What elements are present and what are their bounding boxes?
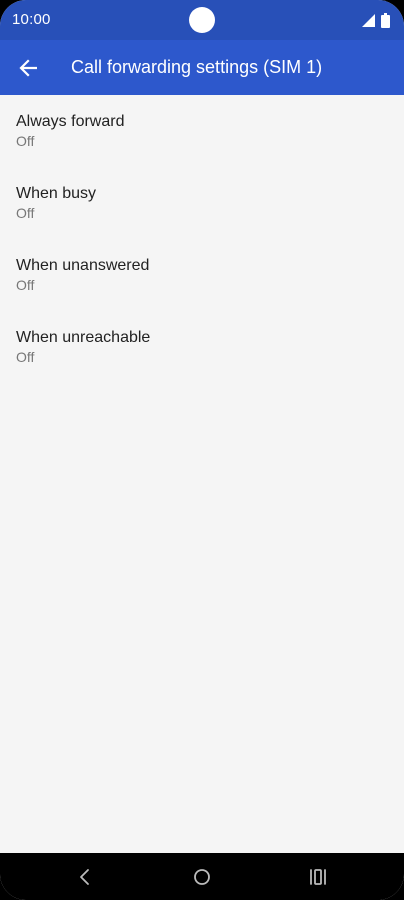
battery-icon xyxy=(381,12,390,28)
setting-value: Off xyxy=(16,205,35,221)
setting-value: Off xyxy=(16,349,35,365)
cellular-signal-icon xyxy=(362,13,375,27)
status-bar: 10:00 xyxy=(0,0,404,40)
nav-recents-button[interactable] xyxy=(303,863,333,891)
front-camera xyxy=(189,7,215,33)
back-button[interactable] xyxy=(10,50,46,86)
navigation-bar xyxy=(0,853,404,900)
nav-home-icon xyxy=(194,869,210,885)
setting-title: When unanswered xyxy=(16,257,150,274)
setting-when-unanswered[interactable]: When unanswered Off xyxy=(0,239,404,311)
setting-value: Off xyxy=(16,133,35,149)
setting-title: Always forward xyxy=(16,113,125,130)
setting-title: When unreachable xyxy=(16,329,151,346)
nav-back-button[interactable] xyxy=(70,863,100,891)
page-title: Call forwarding settings (SIM 1) xyxy=(71,57,323,77)
nav-recents-icon xyxy=(310,869,326,885)
nav-home-button[interactable] xyxy=(187,863,217,891)
status-icons xyxy=(362,12,390,28)
setting-when-busy[interactable]: When busy Off xyxy=(0,167,404,239)
setting-always-forward[interactable]: Always forward Off xyxy=(0,95,404,167)
phone-screen: 10:00 Call forwarding settings (SIM 1) A… xyxy=(0,0,404,900)
nav-back-icon xyxy=(80,869,89,885)
setting-when-unreachable[interactable]: When unreachable Off xyxy=(0,311,404,383)
setting-value: Off xyxy=(16,277,35,293)
status-time: 10:00 xyxy=(12,11,51,28)
setting-title: When busy xyxy=(16,185,97,202)
arrow-left-icon xyxy=(19,59,37,77)
settings-list: Always forward Off When busy Off When un… xyxy=(0,95,404,383)
app-bar: Call forwarding settings (SIM 1) xyxy=(0,40,404,95)
